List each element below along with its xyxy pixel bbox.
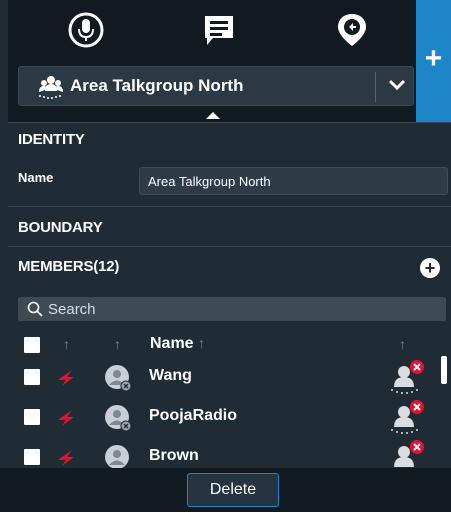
group-icon (39, 76, 63, 99)
boundary-heading[interactable]: BOUNDARY (18, 219, 103, 236)
row-checkbox[interactable] (24, 369, 40, 385)
divider (8, 206, 451, 207)
member-name: PoojaRadio (149, 407, 238, 424)
divider (8, 122, 451, 123)
voice-tab[interactable] (64, 8, 108, 52)
microphone-icon (68, 12, 104, 48)
name-column-header[interactable]: Name ↑ (150, 335, 205, 353)
select-divider (375, 72, 376, 102)
radio-unit-icon (58, 410, 74, 426)
member-row[interactable]: Wang (18, 357, 446, 397)
avatar (105, 405, 132, 432)
scrollbar-thumb[interactable] (441, 356, 447, 384)
radio-unit-icon (58, 450, 74, 466)
member-status-icon (391, 400, 424, 434)
divider (8, 246, 451, 247)
location-pin-icon (338, 14, 366, 46)
row-checkbox[interactable] (24, 449, 40, 465)
sort-arrow-icon[interactable]: ↑ (399, 336, 406, 352)
collapse-toggle[interactable] (206, 112, 220, 119)
message-icon (205, 16, 233, 45)
name-label: Name (18, 170, 54, 185)
avatar (105, 365, 132, 392)
row-checkbox[interactable] (24, 409, 40, 425)
sort-arrow-icon[interactable]: ↑ (114, 336, 121, 352)
search-icon (27, 301, 43, 317)
members-heading: MEMBERS(12) (18, 258, 120, 275)
add-label: + (424, 42, 443, 75)
name-field[interactable] (139, 167, 448, 195)
chevron-down-icon[interactable] (388, 78, 406, 92)
member-name: Brown (149, 447, 199, 464)
add-member-button[interactable]: + (420, 258, 440, 278)
delete-button[interactable]: Delete (187, 473, 279, 507)
talkgroup-selected: Area Talkgroup North (70, 76, 244, 95)
member-name: Wang (149, 367, 192, 384)
name-column-label: Name (150, 335, 194, 352)
radio-unit-icon (58, 370, 74, 386)
search-input[interactable] (48, 297, 428, 321)
member-status-icon (391, 360, 424, 394)
search-box[interactable] (18, 297, 446, 321)
identity-heading: IDENTITY (18, 131, 85, 148)
sort-arrow-icon[interactable]: ↑ (63, 336, 70, 352)
member-row[interactable]: PoojaRadio (18, 397, 446, 437)
select-all-checkbox[interactable] (24, 337, 40, 353)
messages-tab[interactable] (197, 8, 241, 52)
location-tab[interactable] (330, 8, 374, 52)
add-button[interactable]: + (416, 0, 451, 122)
sort-arrow-icon: ↑ (198, 335, 206, 351)
